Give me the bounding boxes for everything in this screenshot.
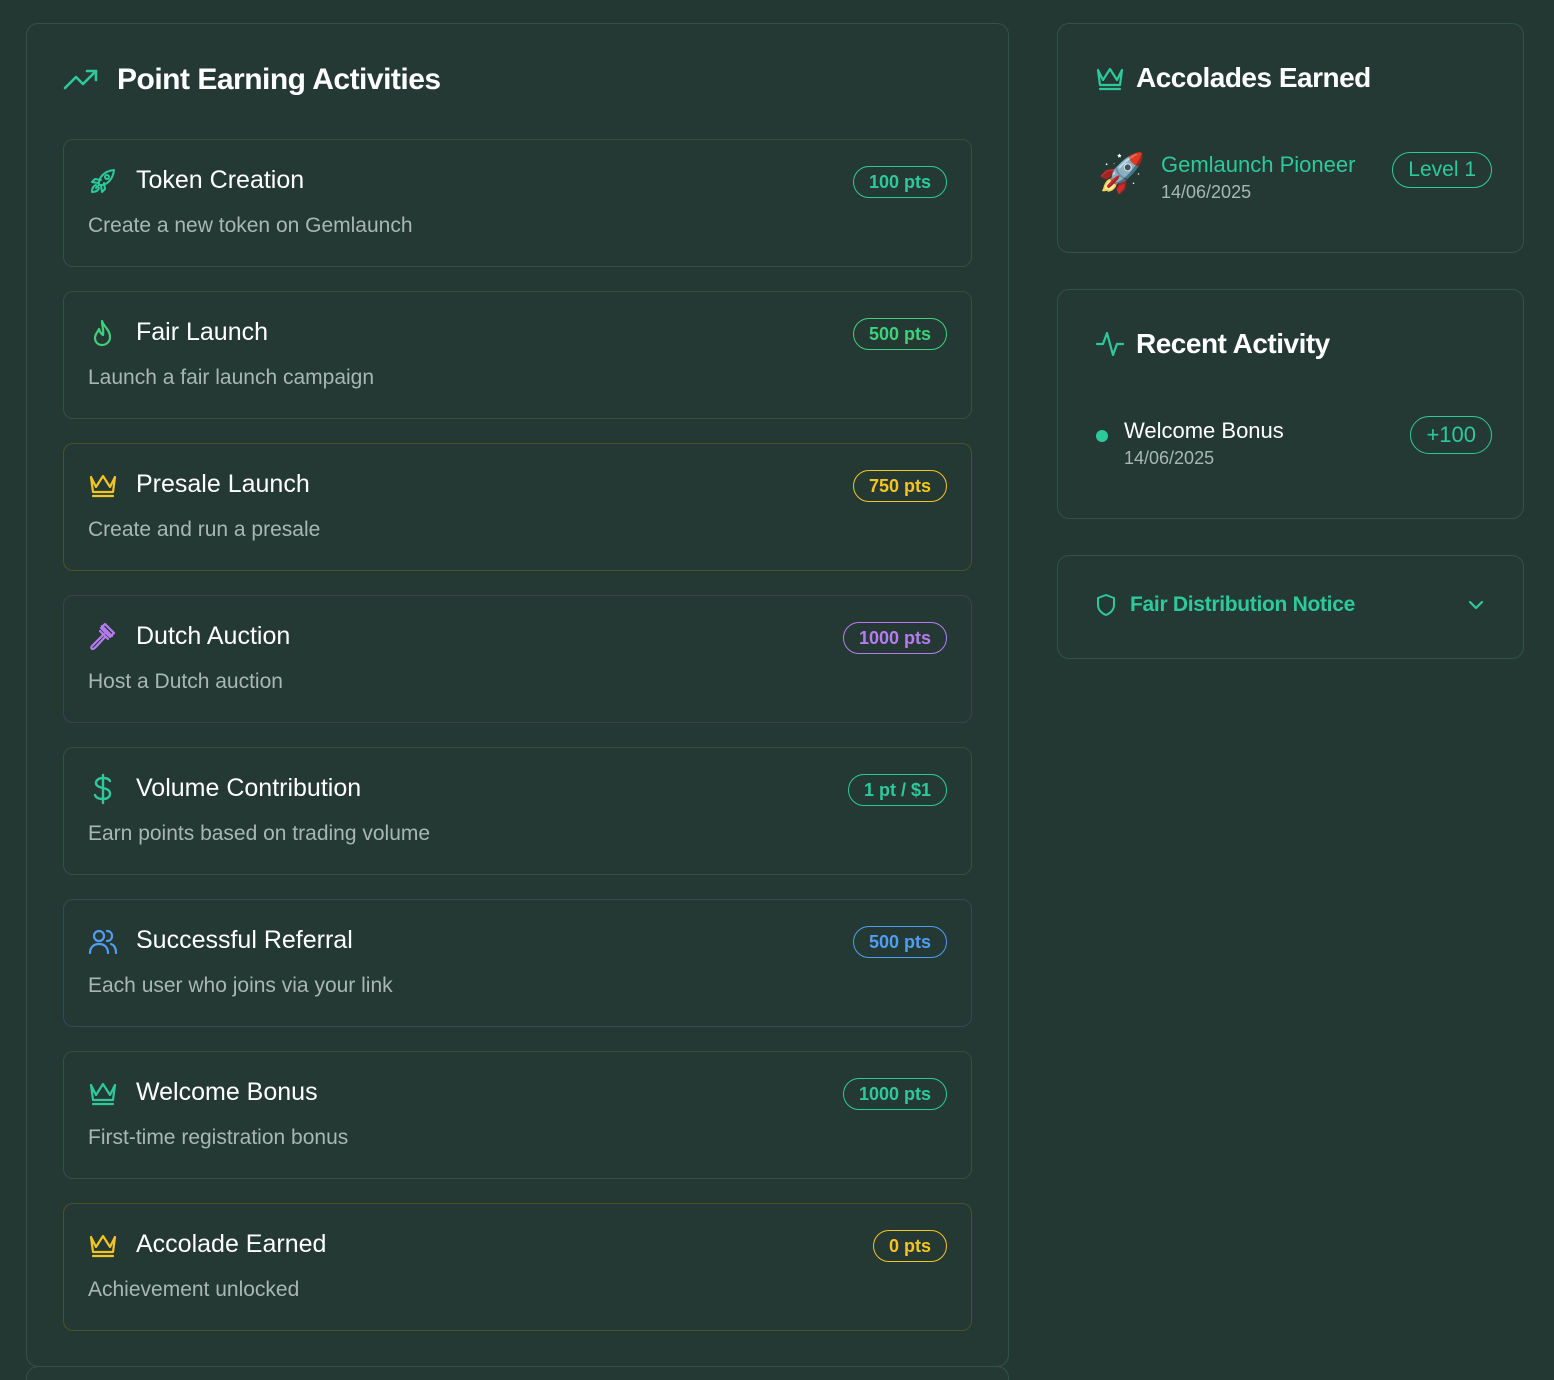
rocket-icon bbox=[88, 166, 118, 196]
recent-activity-panel: Recent Activity Welcome Bonus 14/06/2025… bbox=[1057, 289, 1524, 519]
points-badge: 500 pts bbox=[852, 926, 947, 958]
trending-up-icon bbox=[63, 62, 99, 98]
notice-heading[interactable]: Fair Distribution Notice bbox=[1094, 592, 1355, 618]
accolade-level-badge: Level 1 bbox=[1392, 152, 1492, 188]
flame-icon bbox=[88, 318, 118, 348]
activity-card: Volume Contribution Earn points based on … bbox=[63, 747, 972, 875]
crown-icon bbox=[88, 470, 118, 500]
status-dot bbox=[1096, 430, 1108, 442]
point-earning-heading: Point Earning Activities bbox=[63, 62, 441, 98]
activity-name: Welcome Bonus bbox=[1124, 418, 1284, 443]
activity-description: First-time registration bonus bbox=[88, 1126, 349, 1149]
rocket-emoji-icon: 🚀 bbox=[1098, 153, 1146, 195]
accolades-panel: Accolades Earned 🚀 Gemlaunch Pioneer 14/… bbox=[1057, 23, 1524, 253]
users-icon bbox=[88, 926, 118, 956]
activity-card: Accolade Earned Achievement unlocked 0 pts bbox=[63, 1203, 972, 1331]
activity-description: Achievement unlocked bbox=[88, 1278, 300, 1301]
points-badge: 0 pts bbox=[872, 1230, 947, 1262]
accolade-date: 14/06/2025 bbox=[1161, 182, 1252, 202]
next-panel-edge bbox=[26, 1366, 1009, 1380]
activity-card: Successful Referral Each user who joins v… bbox=[63, 899, 972, 1027]
crown-icon bbox=[1094, 62, 1126, 94]
points-badge: 1000 pts bbox=[842, 622, 947, 654]
activity-title: Token Creation bbox=[136, 166, 305, 194]
point-earning-panel: Point Earning Activities Token Creation C… bbox=[26, 23, 1009, 1367]
activity-title: Fair Launch bbox=[136, 318, 269, 346]
points-badge: 100 pts bbox=[852, 166, 947, 198]
points-badge: 500 pts bbox=[852, 318, 947, 350]
points-badge: 750 pts bbox=[852, 470, 947, 502]
accolades-heading: Accolades Earned bbox=[1094, 62, 1371, 94]
point-earning-title: Point Earning Activities bbox=[117, 63, 441, 96]
activity-title: Dutch Auction bbox=[136, 622, 291, 650]
crown-icon bbox=[88, 1078, 118, 1108]
accolade-item: 🚀 Gemlaunch Pioneer 14/06/2025 Level 1 bbox=[1098, 152, 1492, 212]
activity-card: Presale Launch Create and run a presale 75… bbox=[63, 443, 972, 571]
chevron-down-icon[interactable] bbox=[1465, 594, 1487, 616]
activity-title: Volume Contribution bbox=[136, 774, 362, 802]
activity-description: Launch a fair launch campaign bbox=[88, 366, 375, 389]
activity-card: Dutch Auction Host a Dutch auction 1000 pt… bbox=[63, 595, 972, 723]
activity-title: Accolade Earned bbox=[136, 1230, 327, 1258]
accolades-title: Accolades Earned bbox=[1136, 62, 1371, 93]
notice-title: Fair Distribution Notice bbox=[1130, 593, 1355, 616]
recent-activity-heading: Recent Activity bbox=[1094, 328, 1330, 360]
shield-icon bbox=[1094, 592, 1118, 618]
activity-description: Each user who joins via your link bbox=[88, 974, 393, 997]
activity-title: Welcome Bonus bbox=[136, 1078, 318, 1106]
recent-activity-title: Recent Activity bbox=[1136, 328, 1330, 359]
activity-points-badge: +100 bbox=[1410, 416, 1492, 454]
gavel-icon bbox=[88, 622, 118, 652]
accolade-name: Gemlaunch Pioneer bbox=[1161, 152, 1356, 177]
crown-icon bbox=[88, 1230, 118, 1260]
activity-description: Create and run a presale bbox=[88, 518, 321, 541]
activity-item: Welcome Bonus 14/06/2025 +100 bbox=[1094, 416, 1492, 478]
points-badge: 1 pt / $1 bbox=[847, 774, 947, 806]
fair-distribution-notice[interactable]: Fair Distribution Notice bbox=[1057, 555, 1524, 659]
activity-title: Presale Launch bbox=[136, 470, 310, 498]
activity-card: Welcome Bonus First-time registration bon… bbox=[63, 1051, 972, 1179]
activity-icon bbox=[1094, 328, 1126, 360]
activity-description: Host a Dutch auction bbox=[88, 670, 283, 693]
points-badge: 1000 pts bbox=[842, 1078, 947, 1110]
activity-card: Token Creation Create a new token on Geml… bbox=[63, 139, 972, 267]
activity-description: Create a new token on Gemlaunch bbox=[88, 214, 413, 237]
dollar-icon bbox=[88, 773, 118, 805]
activity-title: Successful Referral bbox=[136, 926, 353, 954]
activity-card: Fair Launch Launch a fair launch campaign… bbox=[63, 291, 972, 419]
activity-date: 14/06/2025 bbox=[1124, 448, 1215, 468]
activity-description: Earn points based on trading volume bbox=[88, 822, 431, 845]
